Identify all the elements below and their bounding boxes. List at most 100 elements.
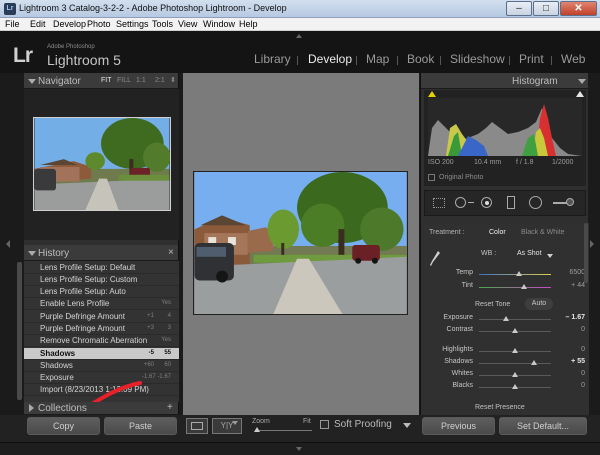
- highlights-slider[interactable]: Highlights 0: [421, 346, 589, 357]
- spot-removal-icon[interactable]: [455, 197, 466, 208]
- wb-dropdown-arrow-icon[interactable]: [547, 254, 553, 258]
- menu-photo[interactable]: Photo: [87, 19, 111, 29]
- adjustment-brush-head: [566, 198, 574, 206]
- left-panel-toggle-icon[interactable]: [6, 240, 10, 248]
- module-separator: [509, 56, 510, 65]
- filmstrip-toggle-icon[interactable]: [296, 447, 302, 451]
- clear-history-icon[interactable]: ×: [168, 247, 174, 258]
- crop-tool-icon[interactable]: [433, 198, 445, 208]
- history-item[interactable]: Lens Profile Setup: Custom: [24, 274, 179, 286]
- module-separator: [297, 56, 298, 65]
- zoom-fill[interactable]: FILL: [117, 77, 131, 84]
- history-item[interactable]: Lens Profile Setup: Default: [24, 262, 179, 274]
- menu-view[interactable]: View: [178, 19, 197, 29]
- expand-triangle-icon[interactable]: [29, 404, 34, 412]
- navigator-preview[interactable]: [24, 89, 179, 240]
- history-header[interactable]: History ×: [24, 245, 178, 261]
- history-item[interactable]: Purple Defringe Amount +1 4: [24, 311, 179, 323]
- eyedropper-icon[interactable]: [429, 250, 441, 268]
- right-panel-toggle-icon[interactable]: [590, 240, 594, 248]
- history-item[interactable]: Enable Lens Profile Yes: [24, 298, 179, 310]
- highlight-clipping-icon[interactable]: [576, 91, 584, 97]
- reset-presence-label[interactable]: Reset Presence: [475, 404, 525, 411]
- zoom-slider-track[interactable]: [256, 430, 312, 431]
- history-item[interactable]: Purple Defringe Amount +3 3: [24, 323, 179, 335]
- maximize-button[interactable]: □: [533, 1, 559, 16]
- zoom-1-1[interactable]: 1:1: [136, 77, 146, 84]
- title-bar: Lr Lightroom 3 Catalog-3-2-2 - Adobe Pho…: [0, 0, 600, 18]
- collapse-triangle-icon[interactable]: [578, 79, 586, 84]
- wb-dropdown[interactable]: As Shot: [517, 250, 542, 257]
- shutter-value: 1/2000: [552, 159, 574, 166]
- focal-length: 10.4 mm: [474, 159, 502, 166]
- paste-button[interactable]: Paste: [104, 417, 177, 435]
- contrast-slider[interactable]: Contrast 0: [421, 326, 589, 337]
- loupe-view-button[interactable]: [186, 418, 208, 434]
- tool-strip: [424, 190, 586, 216]
- zoom-2-1[interactable]: 2:1: [155, 77, 165, 84]
- zoom-fit[interactable]: FIT: [101, 77, 112, 84]
- graduated-filter-icon[interactable]: [507, 196, 515, 209]
- treatment-label: Treatment :: [429, 229, 465, 236]
- radial-filter-icon[interactable]: [529, 196, 542, 209]
- treatment-black-white[interactable]: Black & White: [521, 229, 565, 236]
- menu-help[interactable]: Help: [239, 19, 258, 29]
- menu-settings[interactable]: Settings: [116, 19, 149, 29]
- right-panel-scrollbar[interactable]: [584, 223, 588, 283]
- menu-tools[interactable]: Tools: [152, 19, 173, 29]
- collapse-triangle-icon[interactable]: [28, 251, 36, 256]
- top-panel-toggle-icon[interactable]: [296, 34, 302, 38]
- module-web[interactable]: Web: [561, 52, 585, 66]
- tint-slider[interactable]: Tint + 44: [421, 282, 589, 293]
- add-collection-icon[interactable]: +: [167, 402, 173, 413]
- main-photo[interactable]: [193, 171, 408, 315]
- module-book[interactable]: Book: [407, 52, 434, 66]
- history-item[interactable]: Lens Profile Setup: Auto: [24, 286, 179, 298]
- treatment-color[interactable]: Color: [489, 229, 506, 236]
- module-develop[interactable]: Develop: [308, 52, 352, 66]
- temp-slider[interactable]: Temp 6500: [421, 269, 589, 280]
- module-library[interactable]: Library: [254, 52, 291, 66]
- toolbar-dropdown-icon[interactable]: [403, 423, 411, 428]
- previous-button[interactable]: Previous: [422, 417, 495, 435]
- shadows-slider[interactable]: Shadows + 55: [421, 358, 589, 369]
- whites-slider[interactable]: Whites 0: [421, 370, 589, 381]
- history-item[interactable]: Remove Chromatic Aberration Yes: [24, 335, 179, 347]
- zoom-dropdown-icon[interactable]: ⬍: [170, 76, 176, 84]
- shadow-clipping-icon[interactable]: [428, 91, 436, 97]
- close-button[interactable]: ✕: [560, 1, 597, 16]
- module-separator: [356, 56, 357, 65]
- navigator-header[interactable]: Navigator FIT FILL 1:1 2:1 ⬍: [24, 73, 178, 89]
- module-slideshow[interactable]: Slideshow: [450, 52, 505, 66]
- module-print[interactable]: Print: [519, 52, 544, 66]
- menu-edit[interactable]: Edit: [30, 19, 46, 29]
- reset-tone-label[interactable]: Reset Tone: [475, 301, 510, 308]
- image-area[interactable]: [183, 73, 419, 415]
- histogram-header[interactable]: Histogram: [421, 73, 588, 89]
- histogram-graph[interactable]: [428, 98, 582, 156]
- module-map[interactable]: Map: [366, 52, 389, 66]
- minimize-button[interactable]: –: [506, 1, 532, 16]
- blacks-slider[interactable]: Blacks 0: [421, 382, 589, 393]
- copy-button[interactable]: Copy: [27, 417, 100, 435]
- menu-file[interactable]: File: [5, 19, 20, 29]
- history-scrollbar[interactable]: [17, 262, 22, 400]
- original-photo-icon: [428, 174, 435, 181]
- product-name: Lightroom 5: [47, 52, 121, 68]
- lightroom-window: Lr Lightroom 3 Catalog-3-2-2 - Adobe Pho…: [0, 0, 600, 455]
- history-item[interactable]: Shadows +60 60: [24, 360, 179, 372]
- exposure-slider[interactable]: Exposure – 1.67: [421, 314, 589, 325]
- before-after-dropdown-icon[interactable]: [232, 421, 238, 425]
- collections-header[interactable]: Collections +: [24, 402, 178, 415]
- collapse-triangle-icon[interactable]: [28, 79, 36, 84]
- auto-tone-button[interactable]: Auto: [525, 298, 553, 310]
- zoom-slider-knob[interactable]: [254, 427, 260, 432]
- history-item-selected[interactable]: Shadows -5 55: [24, 348, 179, 360]
- adjustment-brush-icon[interactable]: [553, 202, 567, 204]
- set-default-button[interactable]: Set Default...: [499, 417, 587, 435]
- menu-window[interactable]: Window: [203, 19, 235, 29]
- navigator-thumbnail[interactable]: [33, 117, 171, 211]
- menu-develop[interactable]: Develop: [53, 19, 86, 29]
- soft-proofing-label[interactable]: Soft Proofing: [334, 419, 392, 430]
- soft-proofing-checkbox[interactable]: [320, 420, 329, 429]
